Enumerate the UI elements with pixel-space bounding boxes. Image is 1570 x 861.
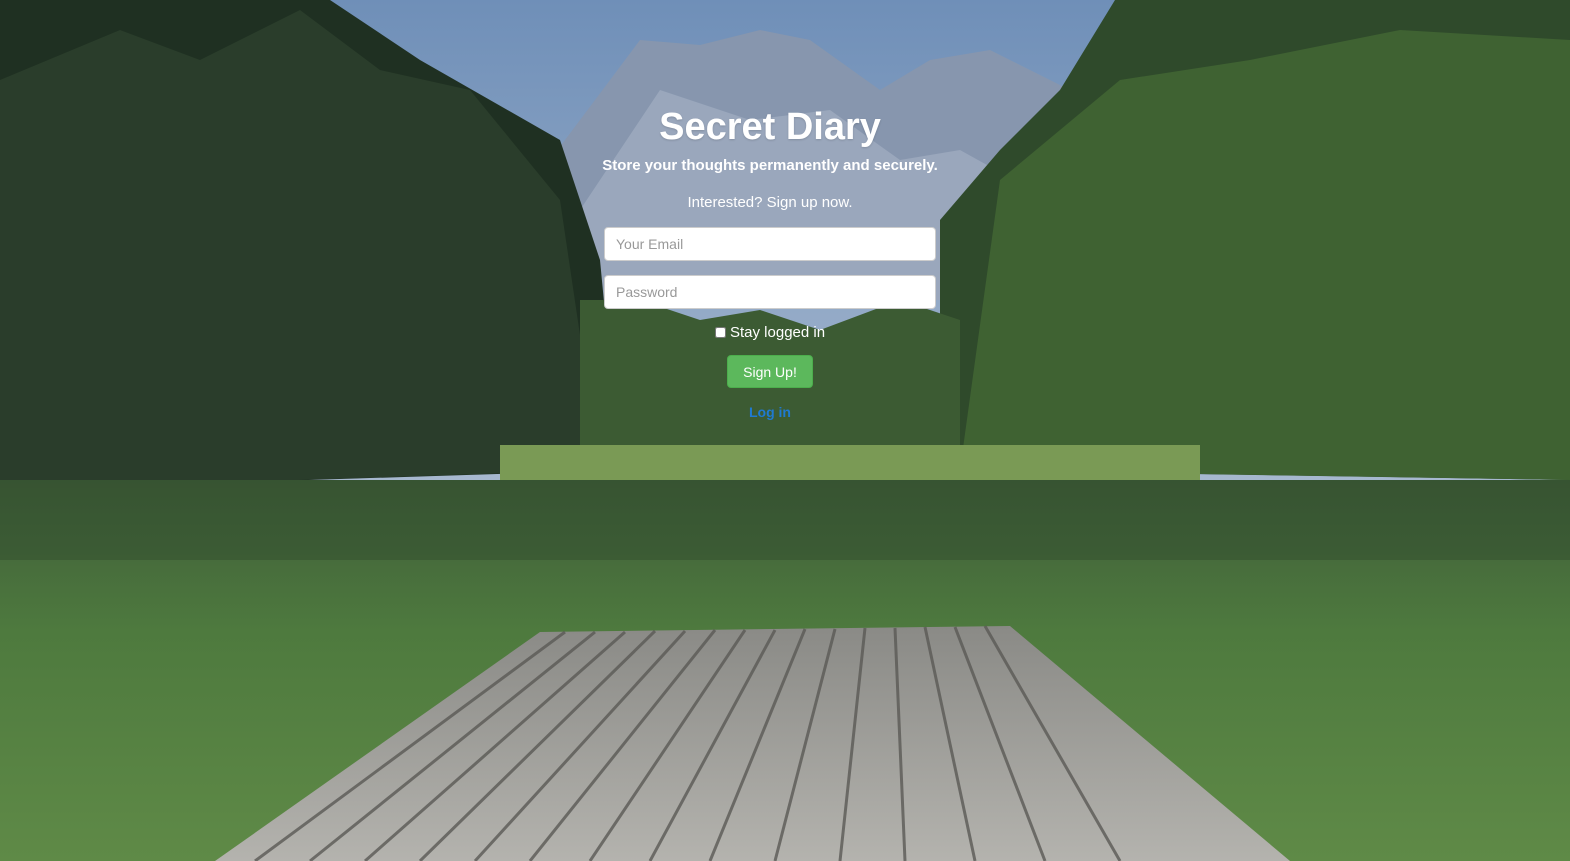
page-subtitle: Store your thoughts permanently and secu… [602,157,938,174]
password-field[interactable] [604,275,936,309]
page: Secret Diary Store your thoughts permane… [0,0,1570,861]
stay-logged-in-checkbox[interactable] [715,327,726,338]
signup-prompt: Interested? Sign up now. [687,194,853,211]
log-in-link[interactable]: Log in [0,404,1540,420]
page-title: Secret Diary [659,106,881,148]
email-field[interactable] [604,227,936,261]
stay-logged-in-label: Stay logged in [730,324,826,341]
stay-logged-in-option[interactable]: Stay logged in [715,324,825,341]
sign-up-button[interactable]: Sign Up! [727,355,813,388]
